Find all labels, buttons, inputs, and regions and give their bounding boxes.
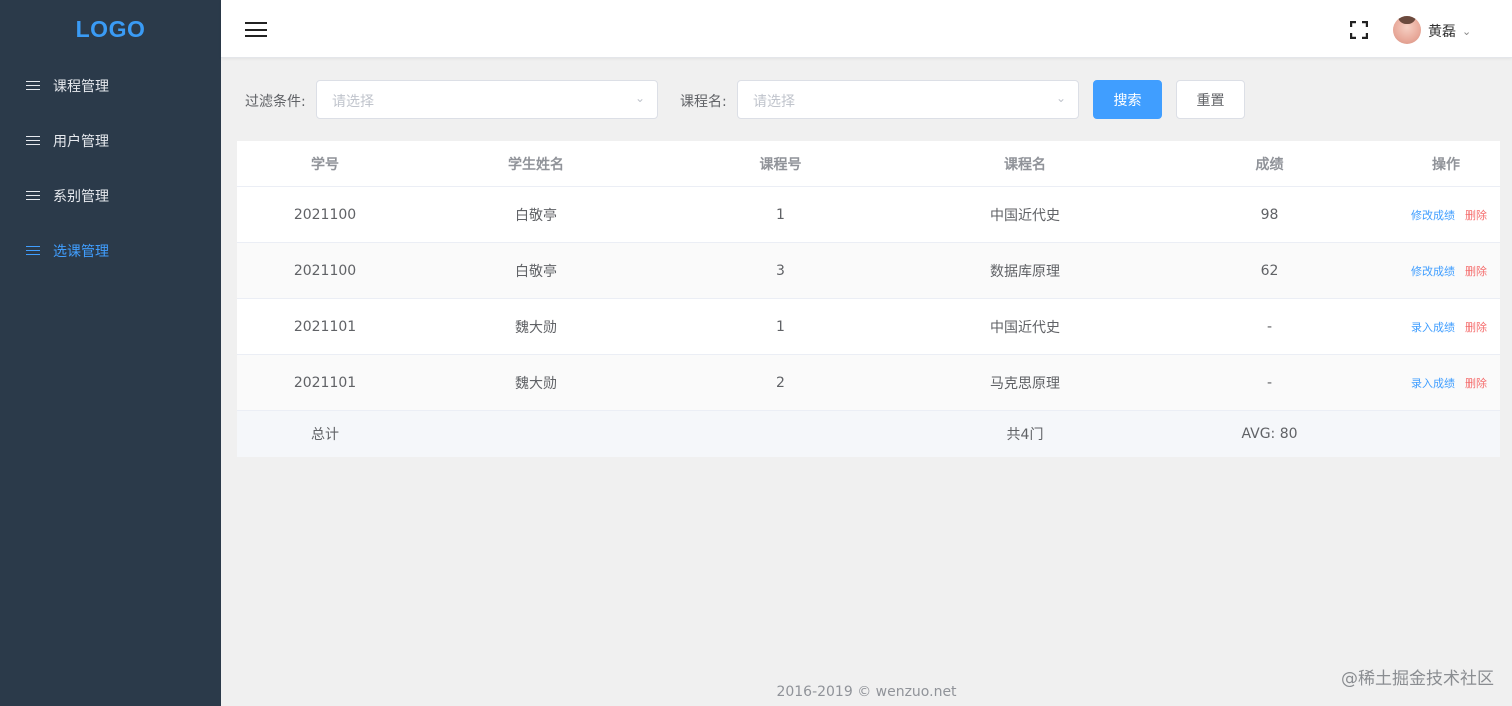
table-row: 2021100 白敬亭 3 数据库原理 62 修改成绩 删除 bbox=[237, 243, 1500, 299]
enter-score-link[interactable]: 录入成绩 bbox=[1411, 377, 1455, 390]
select-placeholder: 请选择 bbox=[753, 94, 795, 110]
student-name: 魏大勋 bbox=[515, 375, 557, 392]
column-header: 学生姓名 bbox=[508, 156, 564, 173]
course-name-select[interactable]: 请选择 ⌄ bbox=[737, 80, 1079, 119]
sidebar-item-label: 课程管理 bbox=[53, 78, 109, 95]
score: 62 bbox=[1260, 262, 1279, 279]
course-number: 1 bbox=[776, 206, 785, 223]
chevron-down-icon: ⌄ bbox=[1055, 91, 1066, 105]
course-name-label: 课程名: bbox=[680, 94, 727, 110]
avatar[interactable] bbox=[1393, 16, 1421, 44]
row-actions: 录入成绩 删除 bbox=[1391, 375, 1500, 391]
sidebar-item-department-management[interactable]: 系别管理 bbox=[0, 168, 221, 223]
menu-icon bbox=[26, 80, 40, 91]
sidebar-item-label: 系别管理 bbox=[53, 188, 109, 205]
score: 98 bbox=[1260, 206, 1279, 223]
filter-bar: 过滤条件: 请选择 ⌄ 课程名: 请选择 ⌄ 搜索 重置 bbox=[221, 80, 1512, 120]
summary-label: 总计 bbox=[311, 427, 339, 443]
row-actions: 修改成绩 删除 bbox=[1391, 207, 1500, 223]
top-header: 黄磊 ⌄ bbox=[221, 0, 1512, 58]
filter-condition-select[interactable]: 请选择 ⌄ bbox=[316, 80, 658, 119]
student-name: 白敬亭 bbox=[515, 207, 557, 224]
edit-score-link[interactable]: 修改成绩 bbox=[1411, 209, 1455, 222]
chevron-down-icon: ⌄ bbox=[1462, 24, 1472, 38]
course-number: 1 bbox=[776, 318, 785, 335]
course-number: 3 bbox=[776, 262, 785, 279]
course-name: 中国近代史 bbox=[990, 319, 1060, 336]
enter-score-link[interactable]: 录入成绩 bbox=[1411, 321, 1455, 334]
sidebar: LOGO 课程管理 用户管理 系别管理 选课管理 bbox=[0, 0, 221, 706]
select-placeholder: 请选择 bbox=[332, 94, 374, 110]
delete-link[interactable]: 删除 bbox=[1465, 265, 1487, 278]
table-header: 学号 学生姓名 课程号 课程名 成绩 操作 bbox=[237, 141, 1500, 187]
table-row: 2021101 魏大勋 2 马克思原理 - 录入成绩 删除 bbox=[237, 355, 1500, 411]
chevron-down-icon: ⌄ bbox=[634, 91, 645, 105]
delete-link[interactable]: 删除 bbox=[1465, 377, 1487, 390]
footer-copyright: 2016-2019 © wenzuo.net bbox=[776, 684, 957, 700]
student-name: 魏大勋 bbox=[515, 319, 557, 336]
sidebar-item-course-management[interactable]: 课程管理 bbox=[0, 58, 221, 113]
summary-course-count: 共4门 bbox=[1006, 427, 1044, 443]
sidebar-item-label: 选课管理 bbox=[53, 243, 109, 260]
course-name: 马克思原理 bbox=[990, 375, 1060, 392]
filter-condition-label: 过滤条件: bbox=[245, 94, 306, 110]
column-header: 成绩 bbox=[1255, 156, 1284, 173]
hamburger-icon[interactable] bbox=[245, 22, 267, 38]
menu-icon bbox=[26, 190, 40, 201]
sidebar-item-enrollment-management[interactable]: 选课管理 bbox=[0, 223, 221, 278]
student-name: 白敬亭 bbox=[515, 263, 557, 280]
watermark: @稀土掘金技术社区 bbox=[1341, 669, 1494, 689]
reset-button[interactable]: 重置 bbox=[1176, 80, 1245, 119]
course-number: 2 bbox=[776, 374, 785, 391]
menu-icon bbox=[26, 245, 40, 256]
student-id: 2021100 bbox=[293, 206, 357, 223]
student-id: 2021101 bbox=[293, 374, 357, 391]
logo: LOGO bbox=[75, 15, 146, 42]
score: - bbox=[1266, 318, 1273, 335]
table-row: 2021100 白敬亭 1 中国近代史 98 修改成绩 删除 bbox=[237, 187, 1500, 243]
row-actions: 修改成绩 删除 bbox=[1391, 263, 1500, 279]
sidebar-item-label: 用户管理 bbox=[53, 133, 109, 150]
student-id: 2021101 bbox=[293, 318, 357, 335]
course-name: 数据库原理 bbox=[990, 263, 1060, 280]
score: - bbox=[1266, 374, 1273, 391]
column-header: 操作 bbox=[1432, 156, 1460, 173]
enrollment-table: 学号 学生姓名 课程号 课程名 成绩 操作 2021100 白敬亭 1 中国近代… bbox=[237, 141, 1500, 457]
column-header: 课程号 bbox=[759, 156, 802, 173]
summary-average-score: AVG: 80 bbox=[1241, 426, 1298, 442]
menu-icon bbox=[26, 135, 40, 146]
table-row: 2021101 魏大勋 1 中国近代史 - 录入成绩 删除 bbox=[237, 299, 1500, 355]
delete-link[interactable]: 删除 bbox=[1465, 321, 1487, 334]
sidebar-item-user-management[interactable]: 用户管理 bbox=[0, 113, 221, 168]
delete-link[interactable]: 删除 bbox=[1465, 209, 1487, 222]
column-header: 课程名 bbox=[1004, 156, 1046, 173]
username: 黄磊 bbox=[1428, 24, 1456, 40]
student-id: 2021100 bbox=[293, 262, 357, 279]
course-name: 中国近代史 bbox=[990, 207, 1060, 224]
search-button[interactable]: 搜索 bbox=[1093, 80, 1162, 119]
user-menu[interactable]: 黄磊 ⌄ bbox=[1428, 21, 1471, 41]
row-actions: 录入成绩 删除 bbox=[1391, 319, 1500, 335]
edit-score-link[interactable]: 修改成绩 bbox=[1411, 265, 1455, 278]
fullscreen-icon[interactable] bbox=[1350, 21, 1368, 39]
column-header: 学号 bbox=[311, 156, 339, 173]
table-summary-row: 总计 共4门 AVG: 80 bbox=[237, 411, 1500, 457]
